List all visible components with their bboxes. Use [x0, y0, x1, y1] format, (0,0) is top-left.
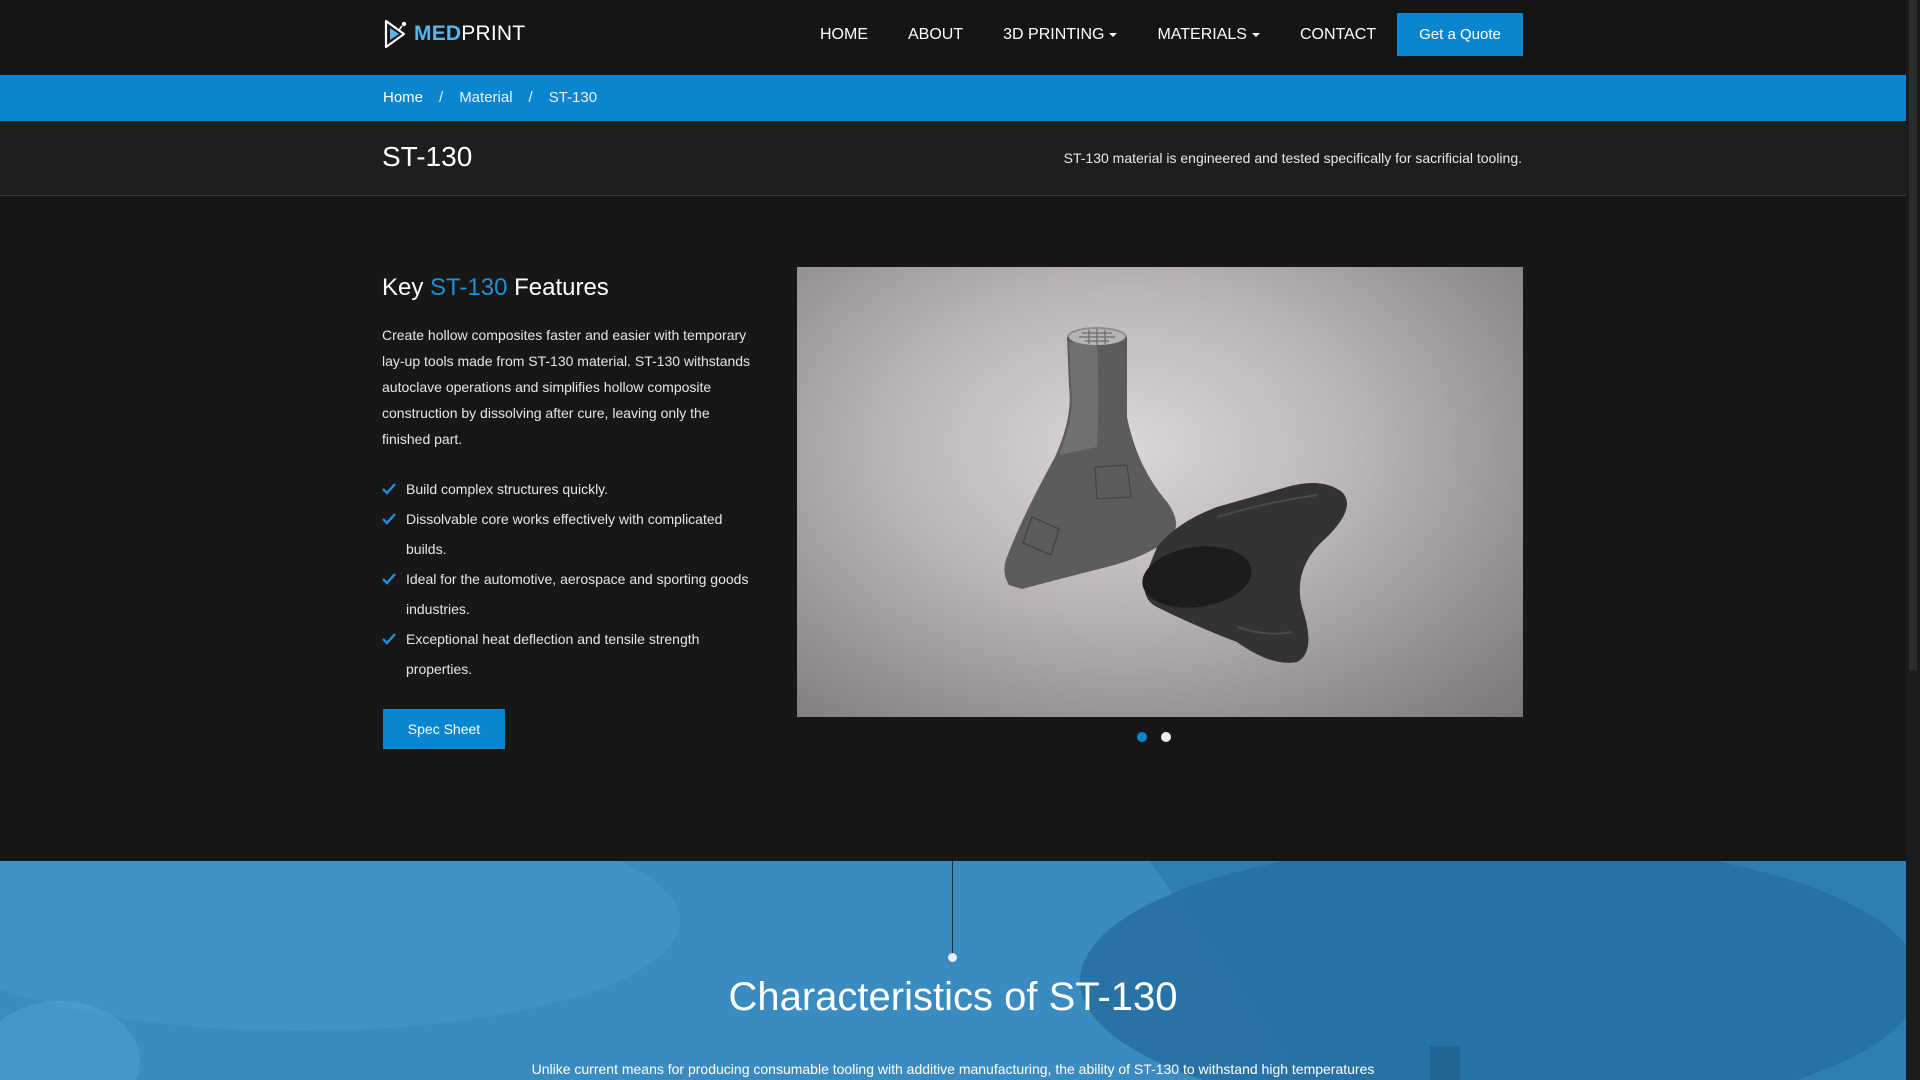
get-a-quote-button[interactable]: Get a Quote	[1397, 13, 1523, 56]
breadcrumb-home-link[interactable]: Home	[383, 89, 423, 106]
section-divider-line	[952, 861, 953, 955]
carousel-dot-1[interactable]	[1137, 732, 1147, 742]
features-list: Build complex structures quickly. Dissol…	[382, 474, 752, 684]
site-header: MEDPRINT HOME ABOUT 3D PRINTING MATERIAL…	[0, 0, 1906, 74]
nav-item-3d-printing[interactable]: 3D PRINTING	[1003, 26, 1118, 44]
caret-down-icon	[1251, 33, 1260, 37]
logo-wordmark: MEDPRINT	[414, 22, 525, 46]
checkmark-icon	[382, 633, 396, 645]
breadcrumb-band: Home / Material / ST-130	[0, 75, 1906, 121]
breadcrumb-separator: /	[439, 89, 444, 106]
nav-item-home[interactable]: HOME	[820, 26, 868, 44]
logo-med: MED	[414, 22, 462, 45]
funnel-part-image	[1004, 327, 1176, 589]
features-section: Key ST-130 Features Create hollow compos…	[0, 197, 1906, 861]
features-heading-suffix: Features	[514, 274, 609, 301]
list-item-text: Ideal for the automotive, aerospace and …	[406, 571, 749, 617]
caret-down-icon	[1109, 33, 1118, 37]
list-item: Dissolvable core works effectively with …	[382, 504, 752, 564]
checkmark-icon	[382, 573, 396, 585]
product-image	[1004, 327, 1347, 663]
main-nav: HOME ABOUT 3D PRINTING MATERIALS CONTACT	[820, 0, 1416, 70]
scrollbar-thumb[interactable]	[1909, 0, 1917, 670]
nav-item-label: CONTACT	[1299, 26, 1377, 43]
background-image	[0, 861, 1906, 1080]
list-item: Ideal for the automotive, aerospace and …	[382, 564, 752, 624]
breadcrumb: Home / Material / ST-130	[383, 89, 597, 106]
nav-item-label: 3D PRINTING	[1003, 26, 1105, 43]
list-item-text: Build complex structures quickly.	[406, 481, 609, 497]
features-heading: Key ST-130 Features	[382, 274, 609, 302]
page-tagline: ST-130 material is engineered and tested…	[1063, 150, 1522, 166]
features-description: Create hollow composites faster and easi…	[382, 327, 751, 447]
nav-item-label: HOME	[820, 26, 868, 43]
nav-item-label: ABOUT	[908, 26, 964, 43]
page: MEDPRINT HOME ABOUT 3D PRINTING MATERIAL…	[0, 0, 1906, 1080]
nav-item-about[interactable]: ABOUT	[908, 26, 963, 44]
checkmark-icon	[382, 513, 396, 525]
list-item-text: Dissolvable core works effectively with …	[406, 511, 723, 557]
checkmark-icon	[382, 483, 396, 495]
carousel-dots	[1137, 732, 1185, 742]
spec-sheet-button[interactable]: Spec Sheet	[383, 709, 505, 749]
breadcrumb-separator: /	[528, 89, 533, 106]
site-logo[interactable]: MEDPRINT	[382, 16, 525, 52]
nav-item-contact[interactable]: CONTACT	[1300, 26, 1376, 44]
features-heading-accent: ST-130	[430, 274, 508, 301]
nav-item-materials[interactable]: MATERIALS	[1157, 26, 1260, 44]
carousel-dot-2[interactable]	[1161, 732, 1171, 742]
logo-print: PRINT	[461, 22, 526, 45]
printer-mark-icon	[384, 19, 407, 49]
page-scrollbar[interactable]	[1906, 0, 1920, 1080]
list-item-text: Exceptional heat deflection and tensile …	[406, 631, 700, 677]
page-title: ST-130	[382, 141, 473, 172]
characteristics-title: Characteristics of ST-130	[728, 975, 1178, 1019]
list-item: Exceptional heat deflection and tensile …	[382, 624, 752, 684]
characteristics-section: Characteristics of ST-130 Unlike current…	[0, 861, 1906, 1080]
nav-item-label: MATERIALS	[1157, 26, 1247, 43]
product-carousel[interactable]	[797, 267, 1523, 717]
breadcrumb-current: ST-130	[548, 89, 598, 106]
features-heading-prefix: Key	[382, 274, 424, 301]
title-band: ST-130 ST-130 material is engineered and…	[0, 121, 1906, 196]
characteristics-description: Unlike current means for producing consu…	[531, 1061, 1375, 1077]
breadcrumb-material-link[interactable]: Material	[459, 89, 512, 106]
list-item: Build complex structures quickly.	[382, 474, 752, 504]
section-divider-dot	[948, 953, 957, 962]
